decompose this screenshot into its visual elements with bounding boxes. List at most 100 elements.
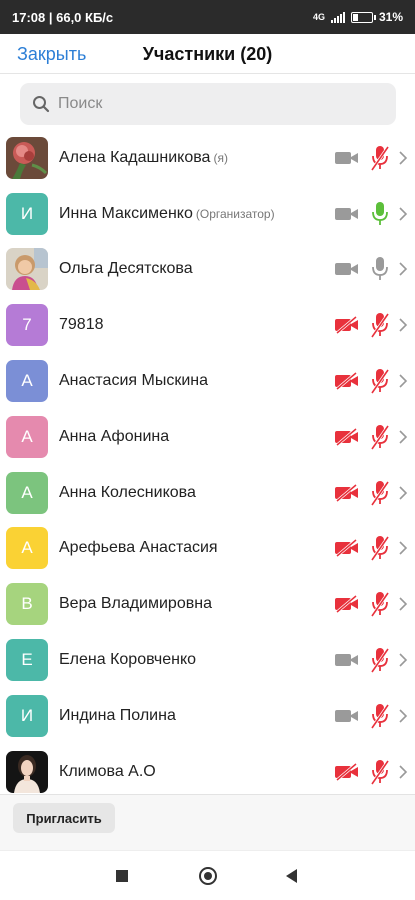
participant-row[interactable]: Ольга Десятскова (0, 242, 415, 298)
camera-off-icon (334, 538, 360, 558)
status-bar: 17:08 | 66,0 КБ/с 4G 31% (0, 0, 415, 34)
mic-icon (371, 201, 389, 227)
search-bar[interactable] (20, 83, 396, 125)
participant-name-text: Елена Коровченко (59, 651, 197, 669)
camera-off-icon (334, 762, 360, 782)
chevron-right-icon[interactable] (398, 540, 408, 556)
search-input[interactable] (58, 95, 358, 113)
participant-row[interactable]: А Анастасия Мыскина (0, 353, 415, 409)
recents-button[interactable] (116, 870, 128, 882)
participant-name-text: Арефьева Анастасия (59, 539, 218, 557)
participant-row[interactable]: 7 79818 (0, 297, 415, 353)
participant-row[interactable]: Алена Кадашникова (я) (0, 130, 415, 186)
camera-off-icon (334, 594, 360, 614)
avatar-letter: 7 (22, 315, 32, 335)
participant-name: Алена Кадашникова (я) (59, 149, 228, 167)
search-icon (33, 96, 50, 113)
participant-row[interactable]: А Анна Колесникова (0, 465, 415, 521)
participant-name: Инна Максименко (Организатор) (59, 205, 275, 223)
participant-role: (я) (213, 150, 228, 165)
chevron-right-icon[interactable] (398, 652, 408, 668)
camera-icon (334, 259, 360, 279)
participant-name-text: 79818 (59, 316, 104, 334)
camera-off-icon (334, 315, 360, 335)
avatar-letter: А (21, 482, 33, 502)
participant-name: Анна Афонина (59, 428, 169, 446)
avatar (6, 248, 48, 291)
participant-row[interactable]: Е Елена Коровченко (0, 632, 415, 688)
avatar-letter: Е (21, 650, 33, 670)
chevron-right-icon[interactable] (398, 206, 408, 222)
status-time-speed: 17:08 | 66,0 КБ/с (12, 9, 114, 25)
chevron-right-icon[interactable] (398, 373, 408, 389)
participant-name: Анастасия Мыскина (59, 372, 208, 390)
participant-name: 79818 (59, 316, 104, 334)
chevron-right-icon[interactable] (398, 596, 408, 612)
participant-name-text: Анна Афонина (59, 427, 170, 445)
camera-off-icon (334, 483, 360, 503)
camera-off-icon (334, 371, 360, 391)
avatar: А (6, 471, 48, 514)
chevron-right-icon[interactable] (398, 708, 408, 724)
avatar: А (6, 527, 48, 570)
mic-muted-icon (370, 535, 390, 562)
back-button[interactable] (286, 869, 297, 883)
battery-percent: 31 (378, 10, 393, 24)
avatar-letter: А (21, 426, 33, 446)
avatar: А (6, 415, 48, 458)
chevron-right-icon[interactable] (398, 485, 408, 501)
participant-row[interactable]: И Инна Максименко (Организатор) (0, 186, 415, 242)
participant-name: Индина Полина (59, 707, 176, 725)
avatar-letter: А (21, 538, 33, 558)
participant-name: Арефьева Анастасия (59, 539, 218, 557)
chevron-right-icon[interactable] (398, 317, 408, 333)
participant-list: Алена Кадашникова (я) И Инна Максименко (Орг… (0, 130, 415, 793)
participant-name-text: Анна Колесникова (59, 483, 196, 501)
signal-icon (330, 11, 345, 23)
avatar: Е (6, 639, 48, 682)
participant-name-text: Индина Полина (59, 706, 176, 724)
chevron-right-icon[interactable] (398, 429, 408, 445)
camera-off-icon (334, 427, 360, 447)
participant-row[interactable]: Климова А.О (0, 744, 415, 793)
participant-name-text: Вера Владимировна (59, 595, 212, 613)
mic-icon (371, 256, 389, 282)
mic-muted-icon (370, 424, 390, 450)
bottom-bar: Пригласить (0, 794, 415, 850)
participant-row[interactable]: И Индина Полина (0, 688, 415, 744)
chevron-right-icon[interactable] (398, 261, 408, 277)
participant-row[interactable]: А Анна Афонина (0, 409, 415, 465)
system-nav-bar (0, 850, 415, 900)
mic-muted-icon (370, 703, 390, 729)
participant-name-text: Алена Кадашникова (59, 148, 211, 166)
avatar: И (6, 192, 48, 235)
page-title: Участники (20) (142, 44, 273, 64)
chevron-right-icon[interactable] (398, 764, 408, 780)
home-button[interactable] (199, 867, 217, 885)
camera-icon (334, 650, 360, 670)
avatar-letter: А (21, 371, 33, 391)
avatar: И (6, 694, 48, 737)
invite-button[interactable]: Пригласить (13, 803, 115, 833)
participant-name: Вера Владимировна (59, 595, 212, 613)
network-label: 4G (312, 12, 325, 22)
mic-muted-icon (370, 145, 390, 171)
participant-name-text: Инна Максименко (59, 204, 193, 222)
camera-icon (334, 706, 360, 726)
mic-muted-icon (370, 647, 390, 673)
chevron-right-icon[interactable] (398, 150, 408, 166)
avatar (6, 136, 48, 179)
mic-muted-icon (370, 312, 390, 339)
participant-row[interactable]: В Вера Владимировна (0, 576, 415, 632)
participant-row[interactable]: А Арефьева Анастасия (0, 521, 415, 577)
participant-name-text: Климова А.О (59, 762, 156, 780)
participant-name: Ольга Десятскова (59, 260, 193, 278)
camera-icon (334, 204, 360, 224)
avatar (6, 750, 48, 793)
avatar-letter: И (20, 203, 34, 223)
avatar: В (6, 583, 48, 626)
mic-muted-icon (370, 480, 390, 506)
battery-icon (350, 11, 376, 23)
participant-role: (Организатор) (195, 206, 275, 221)
mic-muted-icon (370, 591, 390, 618)
